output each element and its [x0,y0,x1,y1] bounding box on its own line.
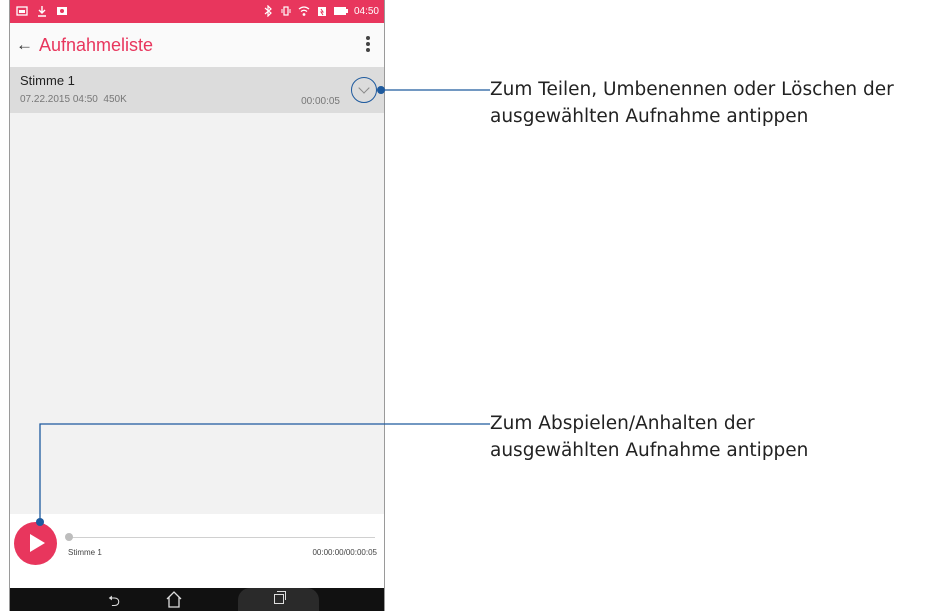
recording-size: 450K [103,94,127,105]
callout-play-pause: Zum Abspielen/Anhalten der ausgewählten … [490,413,809,461]
recording-meta: 07.22.2015 04:50 450K [20,94,127,105]
seek-handle[interactable] [65,533,73,541]
recording-duration: 00:00:05 [301,96,340,107]
battery-icon [333,5,348,17]
wifi-icon [298,5,310,17]
image-icon [56,5,68,17]
recording-date: 07.22.2015 04:50 [20,94,98,105]
home-icon[interactable] [163,589,185,609]
vibrate-icon [280,5,292,17]
navigation-bar: ⮌ [10,588,384,611]
recording-title: Stimme 1 [20,73,75,88]
battery-saver-icon [316,5,328,17]
download-icon [36,5,48,17]
app-bar: ← Aufnahmeliste [10,23,384,67]
playback-bar: Stimme 1 00:00:00/00:00:05 [10,514,384,588]
chevron-down-icon[interactable] [351,77,377,103]
status-bar: 04:50 [10,0,384,23]
seek-track[interactable] [69,537,375,538]
page-title: Aufnahmeliste [39,35,154,55]
notification-photo-icon [16,5,28,17]
arrow-left-icon[interactable]: ← [16,36,33,53]
phone-screen: 04:50 ← Aufnahmeliste Stimme 1 07.22.201… [9,0,385,611]
recording-list-item[interactable]: Stimme 1 07.22.2015 04:50 450K 00:00:05 [10,67,384,113]
playback-time: 00:00:00/00:00:05 [312,548,377,557]
bluetooth-icon [262,4,274,18]
play-icon[interactable] [14,522,57,565]
playing-recording-name: Stimme 1 [68,548,102,557]
more-options-icon[interactable] [365,36,371,56]
callout-share-rename-delete: Zum Teilen, Umbenennen oder Löschen der … [490,79,894,127]
recent-apps-icon[interactable] [274,591,286,604]
back-icon[interactable]: ⮌ [108,591,120,611]
status-time: 04:50 [353,5,379,17]
